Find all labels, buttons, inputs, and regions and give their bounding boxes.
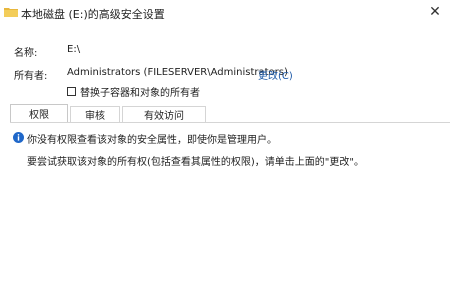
title-bar: 本地磁盘 (E:)的高级安全设置 ✕ — [0, 0, 450, 26]
permissions-panel: 你没有权限查看该对象的安全属性，即使你是管理用户。 要尝试获取该对象的所有权(包… — [10, 123, 450, 300]
tab-effective-access[interactable]: 有效访问 — [122, 106, 206, 122]
info-icon — [13, 132, 24, 143]
name-label: 名称: — [14, 48, 38, 59]
tab-permissions[interactable]: 权限 — [10, 104, 68, 122]
name-value: E:\ — [67, 44, 81, 55]
owner-label: 所有者: — [14, 71, 48, 82]
tab-auditing[interactable]: 审核 — [70, 106, 120, 122]
no-permission-message: 你没有权限查看该对象的安全属性，即使你是管理用户。 — [27, 135, 277, 146]
replace-owner-option[interactable]: 替换子容器和对象的所有者 — [67, 84, 200, 99]
replace-owner-checkbox[interactable] — [67, 87, 76, 96]
owner-value: Administrators (FILESERVER\Administrator… — [67, 67, 288, 78]
take-ownership-hint: 要尝试获取该对象的所有权(包括查看其属性的权限)，请单击上面的"更改"。 — [27, 157, 365, 168]
folder-icon — [4, 8, 18, 17]
replace-owner-label: 替换子容器和对象的所有者 — [80, 88, 200, 99]
close-icon: ✕ — [429, 4, 441, 20]
close-button[interactable]: ✕ — [424, 2, 446, 22]
change-owner-link[interactable]: 更改(C) — [258, 67, 293, 82]
window-title: 本地磁盘 (E:)的高级安全设置 — [21, 8, 165, 21]
